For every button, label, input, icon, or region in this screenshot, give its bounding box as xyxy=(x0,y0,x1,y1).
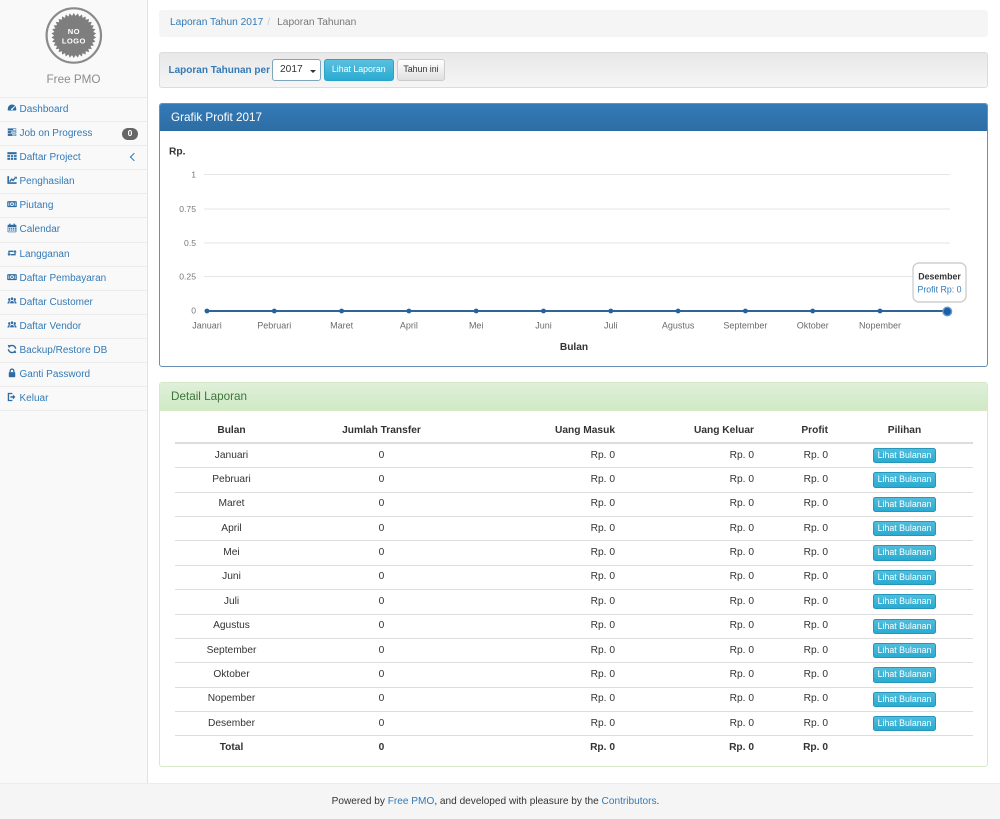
svg-text:Mei: Mei xyxy=(469,321,484,331)
svg-text:NO: NO xyxy=(67,27,79,36)
svg-text:Rp.: Rp. xyxy=(169,147,186,158)
svg-text:Juli: Juli xyxy=(604,321,618,331)
svg-text:April: April xyxy=(400,321,418,331)
svg-text:Agustus: Agustus xyxy=(662,321,695,331)
svg-text:Desember: Desember xyxy=(918,272,961,282)
svg-text:Oktober: Oktober xyxy=(797,321,829,331)
svg-text:September: September xyxy=(723,321,767,331)
svg-text:Nopember: Nopember xyxy=(859,321,901,331)
svg-text:1: 1 xyxy=(191,170,196,180)
svg-text:0.5: 0.5 xyxy=(184,238,196,248)
svg-text:LOGO: LOGO xyxy=(61,36,85,45)
svg-text:Pebruari: Pebruari xyxy=(257,321,291,331)
svg-text:0.75: 0.75 xyxy=(179,204,196,214)
svg-text:Profit Rp: 0: Profit Rp: 0 xyxy=(917,285,961,295)
svg-text:Bulan: Bulan xyxy=(560,342,588,353)
svg-text:Januari: Januari xyxy=(192,321,222,331)
svg-text:0: 0 xyxy=(191,306,196,316)
svg-text:Maret: Maret xyxy=(330,321,354,331)
svg-text:Juni: Juni xyxy=(535,321,552,331)
svg-text:0.25: 0.25 xyxy=(179,272,196,282)
